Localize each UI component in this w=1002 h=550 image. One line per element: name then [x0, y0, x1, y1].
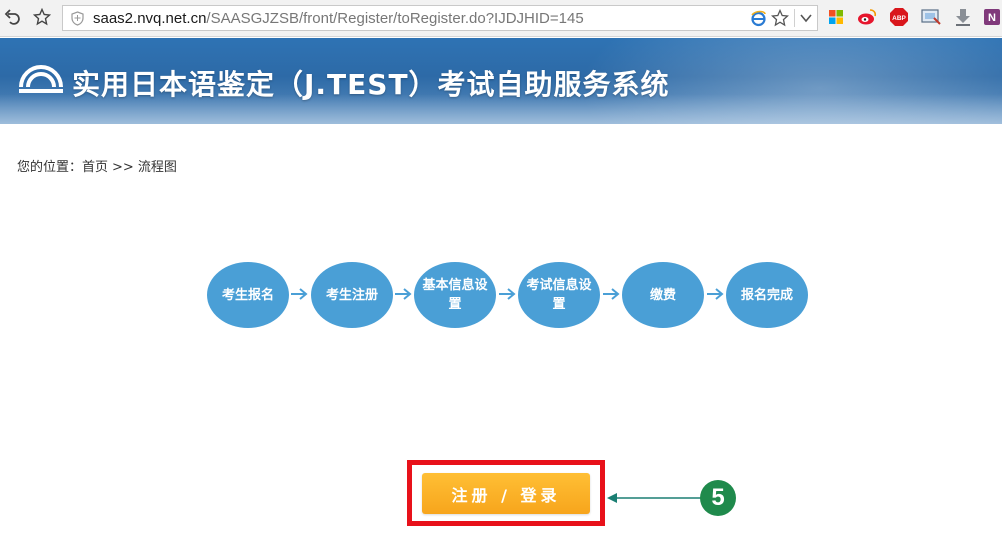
breadcrumb-separator: >> — [112, 160, 134, 175]
url-path: /SAASGJZSB/front/Register/toRegister.do?… — [206, 10, 584, 27]
breadcrumb-current: 流程图 — [137, 160, 177, 175]
screenshot-icon[interactable] — [921, 7, 941, 27]
flow-step-5: 缴费 — [622, 262, 704, 328]
favorite-star-icon[interactable] — [770, 8, 790, 31]
security-shield-icon — [71, 11, 84, 30]
adblock-label: ABP — [892, 15, 906, 22]
registration-flow: 考生报名 考生注册 基本信息设置 考试信息设置 缴费 报名完成 — [0, 262, 1002, 330]
flow-arrow-icon — [603, 288, 620, 300]
address-bar[interactable]: saas2.nvq.net.cn/SAASGJZSB/front/Registe… — [62, 5, 818, 31]
annotation-arrow-icon — [607, 493, 701, 503]
url-host: saas2.nvq.net.cn — [93, 10, 207, 27]
flow-arrow-icon — [395, 288, 412, 300]
jtest-logo-icon — [18, 63, 64, 101]
flow-step-4: 考试信息设置 — [518, 262, 600, 328]
adblock-icon[interactable]: ABP — [889, 7, 909, 27]
breadcrumb-home-link[interactable]: 首页 — [82, 160, 108, 175]
onenote-icon[interactable]: N — [982, 7, 1002, 27]
weibo-icon[interactable] — [857, 7, 877, 27]
site-title: 实用日本语鉴定（J.TEST）考试自助服务系统 — [72, 68, 670, 101]
back-icon[interactable] — [2, 6, 24, 28]
annotation-step-badge: 5 — [700, 480, 736, 516]
breadcrumb: 您的位置：首页 >> 流程图 — [17, 156, 177, 175]
windows-logo-icon[interactable] — [826, 7, 846, 27]
url-text: saas2.nvq.net.cn/SAASGJZSB/front/Registe… — [93, 10, 584, 27]
site-header-banner: 实用日本语鉴定（J.TEST）考试自助服务系统 — [0, 38, 1002, 124]
flow-step-1: 考生报名 — [207, 262, 289, 328]
browser-toolbar: saas2.nvq.net.cn/SAASGJZSB/front/Registe… — [0, 0, 1002, 37]
breadcrumb-prefix: 您的位置： — [17, 160, 83, 175]
register-login-button[interactable]: 注册 / 登录 — [422, 473, 590, 514]
flow-step-3: 基本信息设置 — [414, 262, 496, 328]
ie-compat-icon[interactable] — [750, 10, 767, 31]
flow-step-2: 考生注册 — [311, 262, 393, 328]
flow-step-6: 报名完成 — [726, 262, 808, 328]
onenote-label: N — [988, 12, 996, 24]
flow-arrow-icon — [291, 288, 308, 300]
bookmark-star-icon[interactable] — [31, 6, 53, 28]
flow-arrow-icon — [499, 288, 516, 300]
download-icon[interactable] — [953, 7, 973, 27]
flow-arrow-icon — [707, 288, 724, 300]
divider — [794, 9, 795, 27]
chevron-down-icon[interactable] — [799, 10, 813, 30]
